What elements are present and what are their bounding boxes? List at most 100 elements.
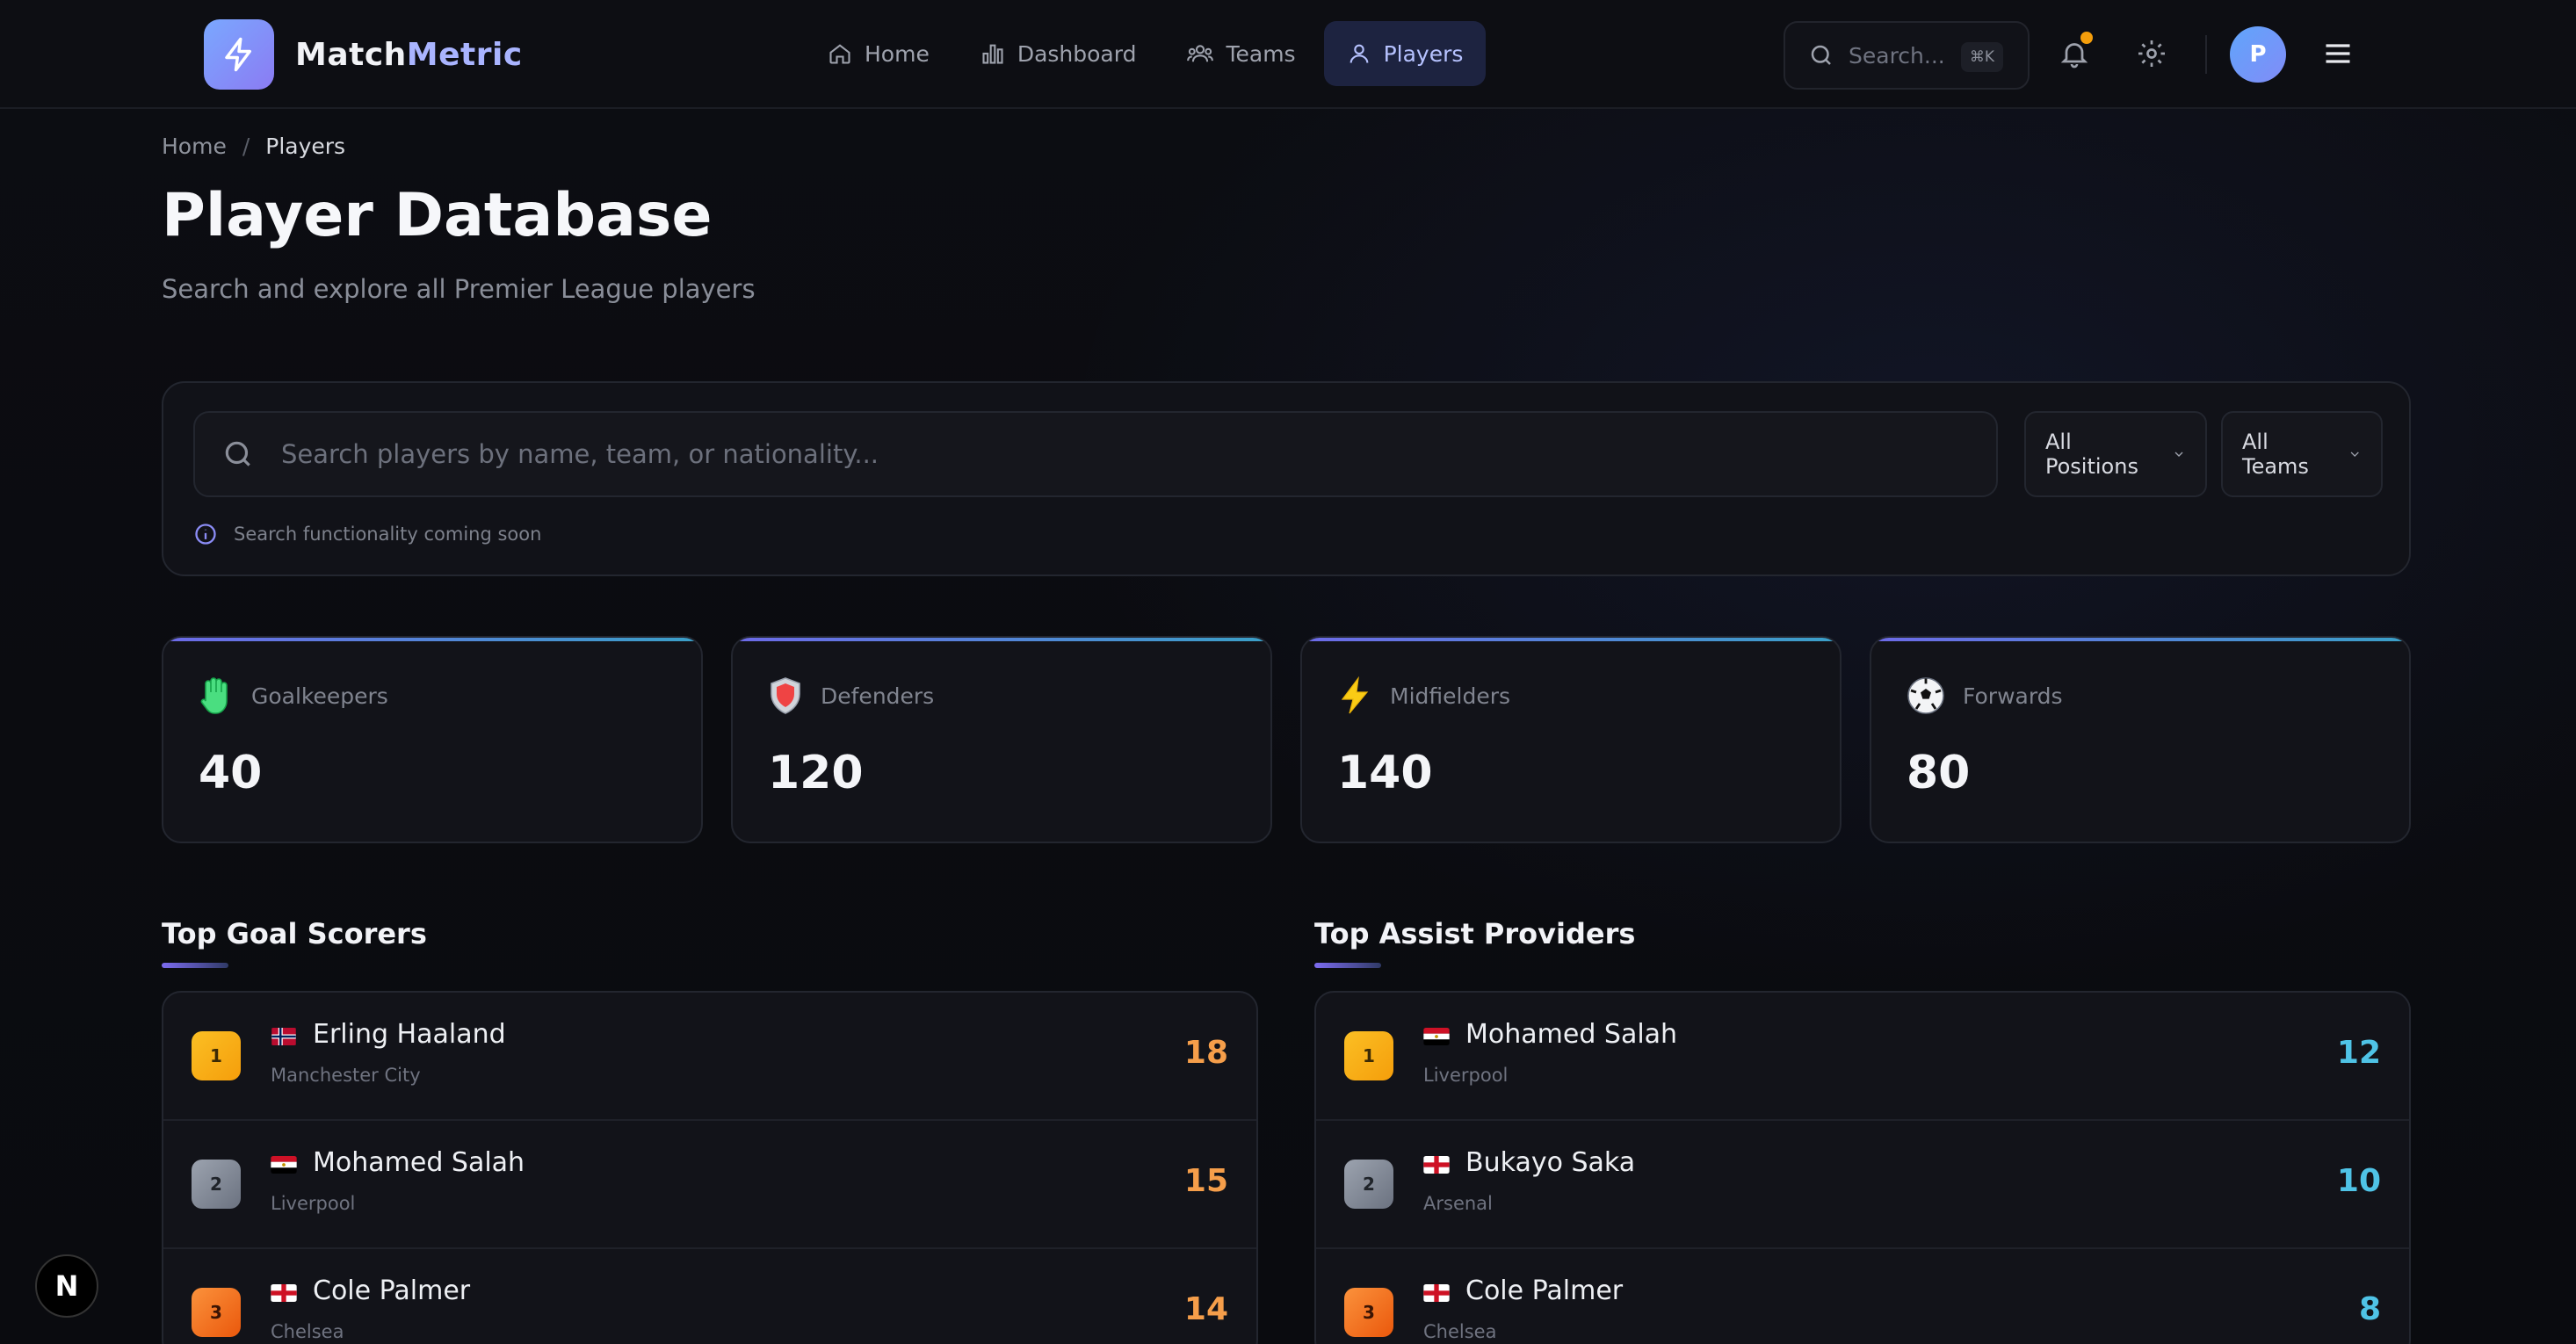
notifications-button[interactable] bbox=[2054, 32, 2095, 74]
nav-item-label: Dashboard bbox=[1017, 40, 1137, 67]
lightning-logo-icon bbox=[204, 19, 274, 90]
stat-label: Defenders bbox=[821, 683, 935, 709]
player-name: Erling Haaland bbox=[313, 1019, 506, 1050]
england-flag-icon bbox=[271, 1284, 297, 1302]
main-nav: Home Dashboard Teams Players bbox=[805, 21, 1491, 86]
list-item[interactable]: 1 Erling Haaland Manchester City 18 bbox=[163, 993, 1256, 1121]
card-accent-line bbox=[733, 638, 1270, 641]
breadcrumb-home[interactable]: Home bbox=[162, 134, 227, 159]
list-item[interactable]: 2 Mohamed Salah Liverpool 15 bbox=[163, 1121, 1256, 1249]
player-name: Bukayo Saka bbox=[1465, 1147, 1636, 1178]
search-icon bbox=[225, 441, 250, 466]
teams-filter-select[interactable]: All Teams bbox=[2221, 411, 2383, 497]
search-icon bbox=[1811, 45, 1831, 65]
assists-value: 8 bbox=[2358, 1291, 2381, 1327]
search-hint: Search functionality coming soon bbox=[193, 522, 541, 546]
stat-label: Goalkeepers bbox=[251, 683, 388, 709]
nav-item-label: Teams bbox=[1226, 40, 1296, 67]
shield-icon bbox=[771, 677, 800, 714]
nav-item-players[interactable]: Players bbox=[1323, 21, 1487, 86]
soccer-ball-icon bbox=[1907, 677, 1944, 714]
info-icon bbox=[195, 524, 216, 545]
goals-value: 18 bbox=[1183, 1035, 1228, 1071]
card-accent-line bbox=[1302, 638, 1840, 641]
top-assists-list: 1 Mohamed Salah Liverpool 12 2 Bukayo Sa… bbox=[1314, 991, 2411, 1344]
stat-card-midfielders: Midfielders 140 bbox=[1300, 636, 1842, 843]
rank-badge: 2 bbox=[192, 1160, 241, 1209]
card-accent-line bbox=[1871, 638, 2409, 641]
player-name: Cole Palmer bbox=[313, 1275, 471, 1306]
bar-chart-icon bbox=[982, 44, 1003, 64]
breadcrumb-separator: / bbox=[242, 134, 250, 159]
list-item[interactable]: 3 Cole Palmer Chelsea 8 bbox=[1316, 1249, 2409, 1344]
nav-item-label: Home bbox=[865, 40, 930, 67]
player-search-input[interactable]: Search players by name, team, or nationa… bbox=[193, 411, 1998, 497]
glove-icon bbox=[200, 677, 228, 714]
nav-item-dashboard[interactable]: Dashboard bbox=[958, 21, 1160, 86]
england-flag-icon bbox=[1423, 1156, 1450, 1174]
top-navbar: MatchMetric Home Dashboard Teams Players… bbox=[0, 0, 2576, 109]
player-team: Liverpool bbox=[1423, 1065, 1509, 1086]
norway-flag-icon bbox=[271, 1028, 296, 1045]
top-scorers-list: 1 Erling Haaland Manchester City 18 2 Mo… bbox=[162, 991, 1258, 1344]
brand-name-part2: Metric bbox=[406, 36, 523, 73]
stat-card-forwards: Forwards 80 bbox=[1870, 636, 2411, 843]
header-search-placeholder: Search... bbox=[1849, 42, 1945, 69]
page-subtitle: Search and explore all Premier League pl… bbox=[162, 274, 756, 304]
keyboard-shortcut-badge: ⌘K bbox=[1960, 42, 2003, 72]
player-name: Cole Palmer bbox=[1465, 1275, 1624, 1306]
settings-button[interactable] bbox=[2131, 33, 2172, 74]
avatar[interactable]: P bbox=[2230, 26, 2286, 83]
stat-card-goalkeepers: Goalkeepers 40 bbox=[162, 636, 703, 843]
player-team: Arsenal bbox=[1423, 1193, 1493, 1214]
nextjs-badge-label: N bbox=[54, 1269, 79, 1303]
gear-icon bbox=[2138, 40, 2165, 67]
lightning-icon bbox=[1341, 676, 1369, 714]
goals-value: 14 bbox=[1183, 1291, 1228, 1327]
header-search[interactable]: Search... ⌘K bbox=[1784, 21, 2030, 90]
stat-value: 40 bbox=[199, 747, 263, 799]
top-assists-title: Top Assist Providers bbox=[1314, 917, 1636, 950]
player-name: Mohamed Salah bbox=[313, 1147, 525, 1178]
nextjs-dev-badge[interactable]: N bbox=[35, 1254, 98, 1318]
teams-filter-value: All Teams bbox=[2242, 430, 2309, 479]
hamburger-menu-icon bbox=[2326, 44, 2350, 63]
menu-button[interactable] bbox=[2318, 33, 2358, 74]
notification-dot bbox=[2080, 32, 2093, 44]
search-panel: Search players by name, team, or nationa… bbox=[162, 381, 2411, 576]
england-flag-icon bbox=[1423, 1284, 1450, 1302]
positions-filter-select[interactable]: All Positions bbox=[2024, 411, 2207, 497]
users-icon bbox=[1187, 45, 1214, 62]
player-team: Manchester City bbox=[271, 1065, 421, 1086]
section-underline bbox=[162, 963, 228, 968]
stat-label: Midfielders bbox=[1390, 683, 1511, 709]
positions-filter-value: All Positions bbox=[2045, 430, 2138, 479]
avatar-initial: P bbox=[2249, 41, 2267, 68]
search-hint-text: Search functionality coming soon bbox=[234, 524, 542, 545]
egypt-flag-icon bbox=[1423, 1028, 1450, 1045]
rank-badge: 2 bbox=[1344, 1160, 1393, 1209]
player-name: Mohamed Salah bbox=[1465, 1019, 1678, 1050]
brand[interactable]: MatchMetric bbox=[204, 19, 523, 90]
assists-value: 10 bbox=[2336, 1163, 2381, 1199]
home-icon bbox=[829, 44, 850, 64]
top-scorers-title: Top Goal Scorers bbox=[162, 917, 427, 950]
divider bbox=[2205, 35, 2207, 74]
assists-value: 12 bbox=[2336, 1035, 2381, 1071]
nav-item-label: Players bbox=[1383, 40, 1464, 67]
card-accent-line bbox=[163, 638, 701, 641]
nav-item-teams[interactable]: Teams bbox=[1164, 21, 1318, 86]
stat-value: 80 bbox=[1907, 747, 1971, 799]
section-underline bbox=[1314, 963, 1381, 968]
breadcrumb: Home / Players bbox=[162, 134, 345, 159]
stat-value: 120 bbox=[768, 747, 864, 799]
nav-item-home[interactable]: Home bbox=[805, 21, 952, 86]
goals-value: 15 bbox=[1183, 1163, 1228, 1199]
list-item[interactable]: 2 Bukayo Saka Arsenal 10 bbox=[1316, 1121, 2409, 1249]
player-team: Chelsea bbox=[271, 1321, 344, 1342]
brand-name-part1: Match bbox=[295, 36, 407, 73]
rank-badge: 3 bbox=[1344, 1288, 1393, 1337]
list-item[interactable]: 1 Mohamed Salah Liverpool 12 bbox=[1316, 993, 2409, 1121]
list-item[interactable]: 3 Cole Palmer Chelsea 14 bbox=[163, 1249, 1256, 1344]
breadcrumb-current: Players bbox=[265, 134, 346, 159]
